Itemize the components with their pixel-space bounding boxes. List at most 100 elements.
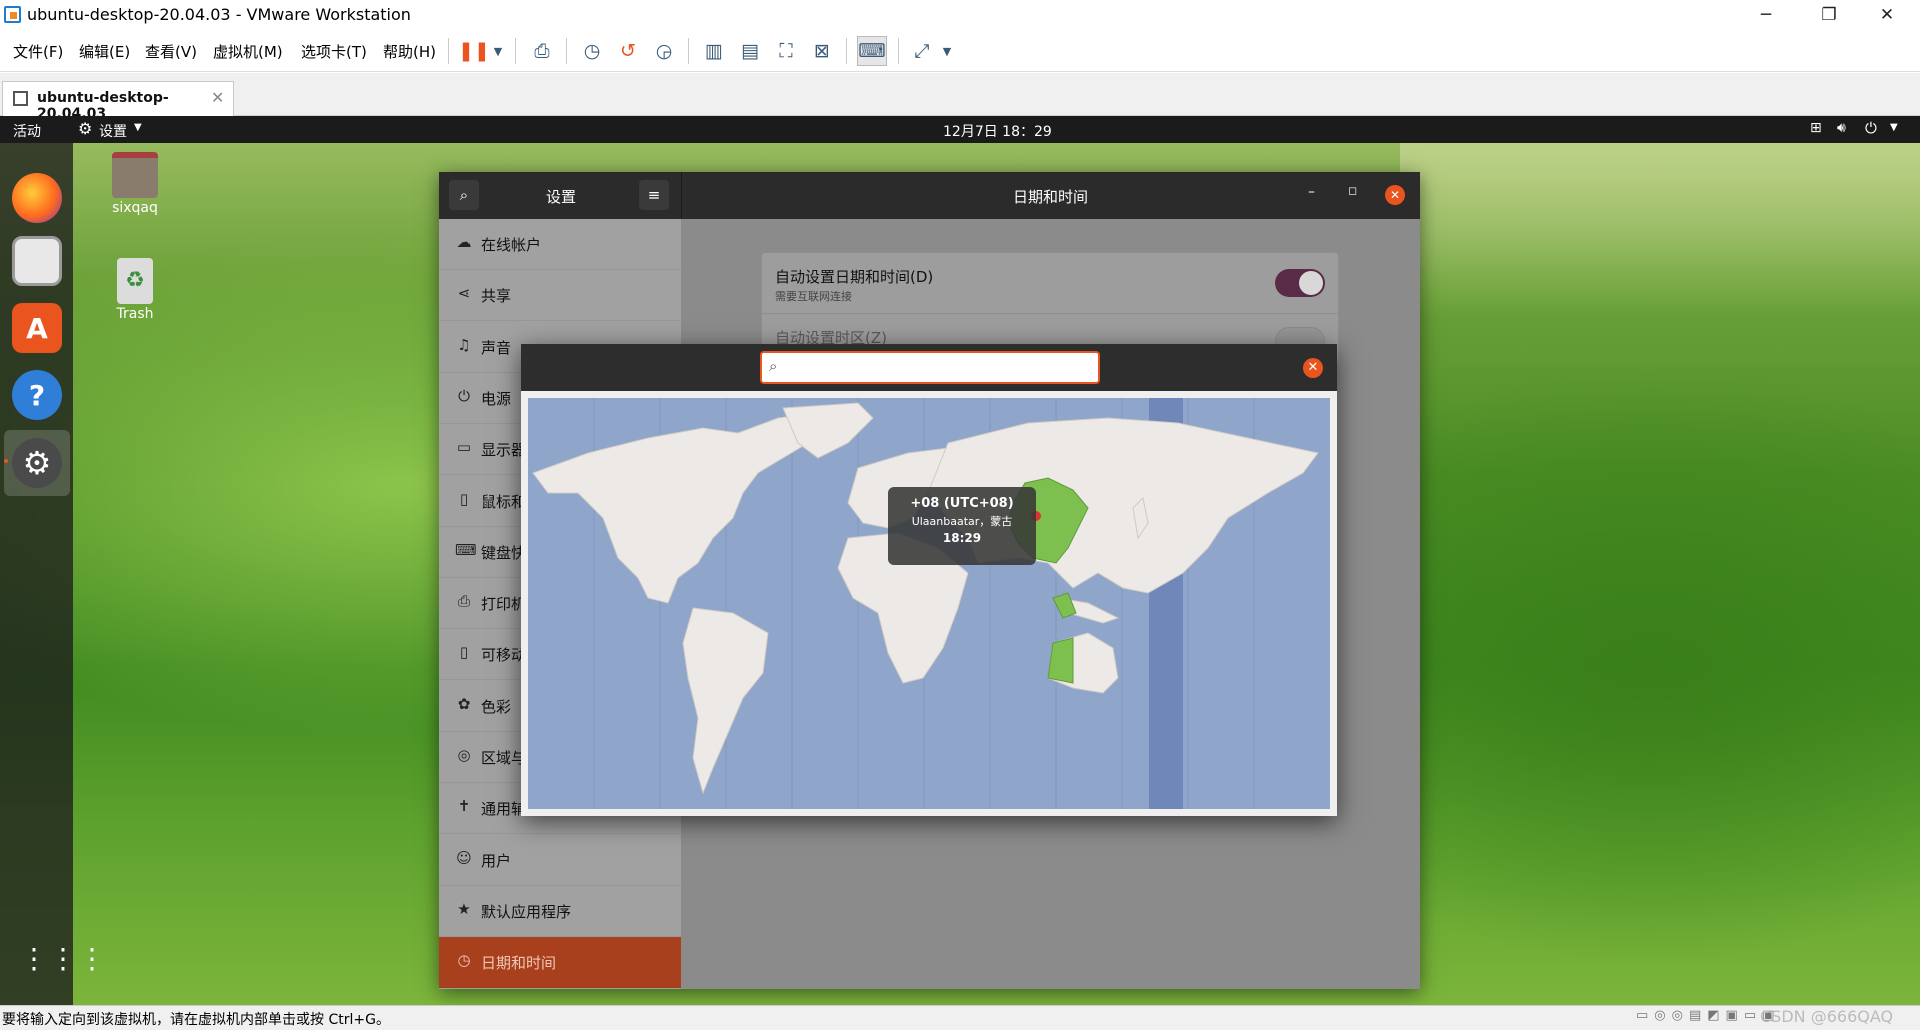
watermark: CSDN @666QAQ [1760,1007,1894,1026]
timezone-search-input[interactable] [790,357,1090,379]
desktop-icon-label: sixqaq [112,200,158,216]
sidebar-item-label: 鼠标和 [481,492,527,511]
gear-icon: ⚙ [78,119,93,138]
sidebar-item-label: 日期和时间 [481,954,557,973]
close-icon[interactable]: ✕ [1385,185,1405,205]
sidebar-item[interactable]: ◷ 日期和时间 [439,937,681,989]
show-apps-icon[interactable]: ⋮⋮⋮ [20,945,106,983]
tooltip-time: 18:29 [942,531,982,545]
minimize-icon[interactable]: – [1308,184,1315,200]
toolbar-separator [688,38,689,64]
snapshot-icon[interactable]: ◷ [577,36,607,66]
panel-title: 日期和时间 [1013,188,1089,206]
chevron-down-icon[interactable]: ▼ [134,122,142,133]
chevron-down-icon[interactable]: ▼ [1890,122,1898,133]
accessibility-icon: ✝ [457,797,471,816]
sidebar-item[interactable]: ★ 默认应用程序 [439,886,681,937]
power-icon[interactable]: ⏻ [1865,119,1877,137]
chevron-down-icon[interactable]: ▼ [483,36,513,66]
guest-desktop[interactable]: 活动 ⚙ 设置 ▼ 12月7日 18：29 ⊞ 🔊︎ ⏻ ▼ A ? ⚙ ⋮⋮⋮… [0,116,1920,1005]
hamburger-menu-icon[interactable]: ≡ [639,180,669,210]
sidebar-item-label: 共享 [481,287,512,306]
network-icon[interactable]: ⊞ [1810,120,1822,136]
users-icon: ☺ [456,848,472,867]
vmware-app-icon [4,6,21,23]
timezone-tooltip: +08 (UTC+08) Ulaanbaatar，蒙古 18:29 [888,487,1036,565]
ubuntu-dock: A ? ⚙ ⋮⋮⋮ [0,143,106,1005]
settings-headerbar: ⌕ 设置 ≡ 日期和时间 – ◻ ✕ [439,172,1420,219]
search-icon[interactable]: ⌕ [449,180,479,210]
auto-datetime-toggle[interactable] [1275,269,1325,297]
removable-media-icon: ▯ [459,643,469,662]
mouse-icon: ▯ [459,489,469,508]
activities-button[interactable]: 活动 [13,121,41,141]
restore-button[interactable]: ❐ [1806,0,1852,29]
thumbnail-view-icon[interactable]: ▤ [735,36,765,66]
minimize-button[interactable]: ─ [1743,0,1789,29]
app-menu-button[interactable]: 设置 [99,121,127,141]
close-button[interactable]: ✕ [1864,0,1910,29]
software-center-icon[interactable]: A [12,303,62,353]
toolbar-separator [846,38,847,64]
console-view-icon[interactable]: ⌨ [857,36,887,66]
cloud-icon: ☁ [456,233,472,251]
vmware-statusbar: 要将输入定向到该虚拟机，请在虚拟机内部单击或按 Ctrl+G。 ▭◎◎▤◩▣▭▣… [0,1005,1920,1030]
gnome-top-bar: 活动 ⚙ 设置 ▼ 12月7日 18：29 ⊞ 🔊︎ ⏻ ▼ [0,116,1920,143]
chevron-down-icon[interactable]: ▼ [932,36,962,66]
device-icons[interactable]: ▭◎◎▤◩▣▭▣ [1636,1008,1780,1023]
vm-icon [13,91,28,106]
status-message: 要将输入定向到该虚拟机，请在虚拟机内部单击或按 Ctrl+G。 [2,1012,390,1028]
timezone-headerbar: ⌕ ✕ [521,344,1337,391]
desktop-icon-label: Trash [116,306,154,322]
display-icon: ▭ [456,438,472,457]
firefox-icon[interactable] [12,173,62,223]
library-view-icon[interactable]: ▥ [699,36,729,66]
sidebar-item[interactable]: ☺ 用户 [439,835,681,886]
menu-tabs[interactable]: 选项卡(T) [301,41,367,62]
sidebar-item-label: 通用辅 [481,800,527,819]
north-america [532,412,819,604]
sidebar-item-label: 显示器 [481,441,527,460]
send-keys-icon[interactable]: ⎙ [527,36,557,66]
maximize-icon[interactable]: ◻ [1348,184,1357,197]
world-map[interactable]: +08 (UTC+08) Ulaanbaatar，蒙古 18:29 [528,398,1330,809]
menu-file[interactable]: 文件(F) [13,41,63,62]
sidebar-item-label: 电源 [481,389,512,408]
sidebar-item-label: 声音 [481,338,512,357]
close-icon[interactable]: ✕ [1303,358,1323,378]
home-folder-icon[interactable]: sixqaq [95,152,175,216]
menu-edit[interactable]: 编辑(E) [79,41,130,62]
toolbar-separator [898,38,899,64]
vm-tab[interactable]: ubuntu-desktop-20.04.03 ✕ [2,81,234,122]
tooltip-zone: +08 (UTC+08) [910,496,1014,511]
help-icon[interactable]: ? [12,370,62,420]
menu-help[interactable]: 帮助(H) [383,41,436,62]
share-icon: ⋖ [457,284,471,303]
window-title: ubuntu-desktop-20.04.03 - VMware Worksta… [27,5,411,24]
files-icon[interactable] [12,236,62,286]
snapshot-manager-icon[interactable]: ◶ [649,36,679,66]
sidebar-item-label: 区域与 [481,749,527,767]
western-australia [1047,637,1074,684]
globe-icon: ◎ [457,746,471,764]
vm-tab-bar: ubuntu-desktop-20.04.03 ✕ [0,73,1920,122]
menu-vm[interactable]: 虚拟机(M) [213,41,283,62]
timezone-search-box[interactable]: ⌕ [760,351,1100,384]
sidebar-item[interactable]: ⋖ 共享 [439,270,681,322]
menu-view[interactable]: 查看(V) [145,41,197,62]
keyboard-icon: ⌨ [455,540,477,559]
trash-icon[interactable]: ♻ Trash [95,258,175,322]
toolbar-separator [515,38,516,64]
fullscreen-icon[interactable]: ⛶ [771,36,801,66]
timezone-dialog: ⌕ ✕ +08 (UTC+08) Ulaanbaatar，蒙古 18:29 [521,344,1337,816]
world-map-svg[interactable] [528,398,1330,809]
settings-icon[interactable]: ⚙ [12,438,62,488]
revert-snapshot-icon[interactable]: ↺ [613,36,643,66]
row-divider [762,313,1338,314]
unity-icon[interactable]: ⊠ [807,36,837,66]
auto-datetime-sublabel: 需要互联网连接 [775,290,852,303]
volume-icon[interactable]: 🔊︎ [1837,120,1846,136]
sidebar-item[interactable]: ☁ 在线帐户 [439,219,681,270]
tab-close-icon[interactable]: ✕ [211,88,224,107]
clock[interactable]: 12月7日 18：29 [943,121,1052,141]
